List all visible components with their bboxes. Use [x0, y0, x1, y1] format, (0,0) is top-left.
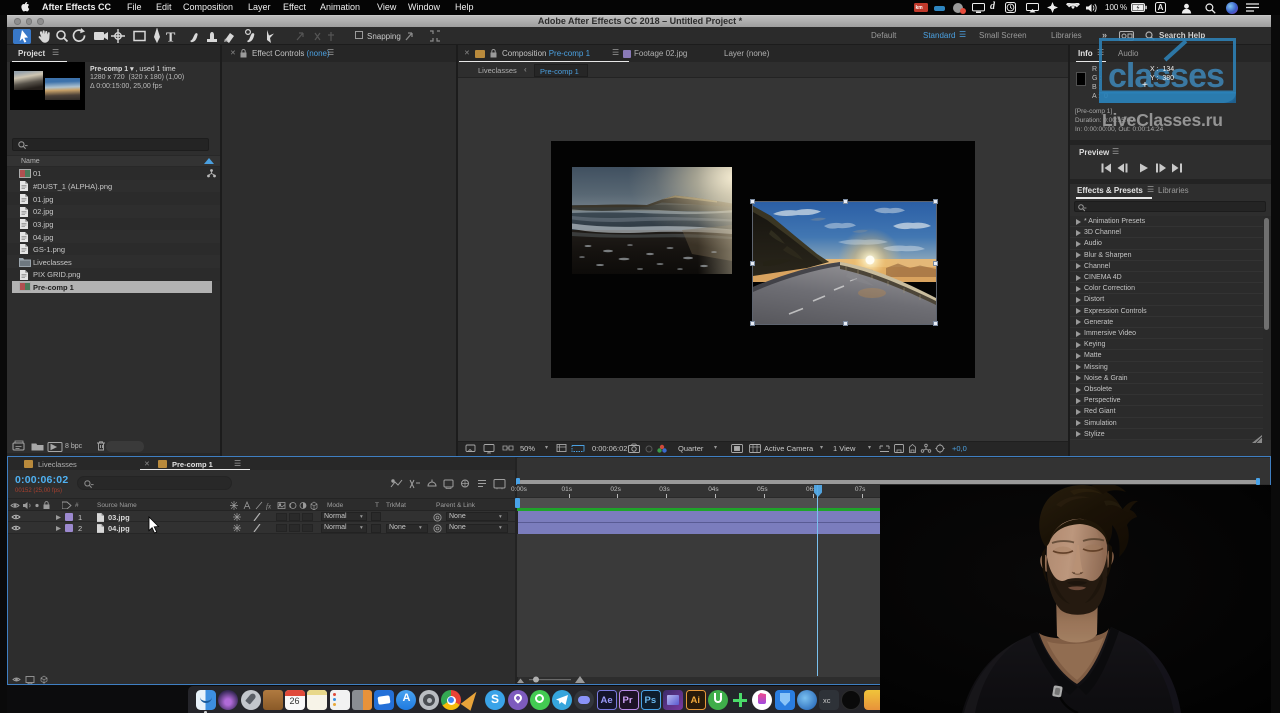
svg-text:fx: fx — [266, 502, 272, 510]
svg-text:T: T — [166, 31, 176, 46]
